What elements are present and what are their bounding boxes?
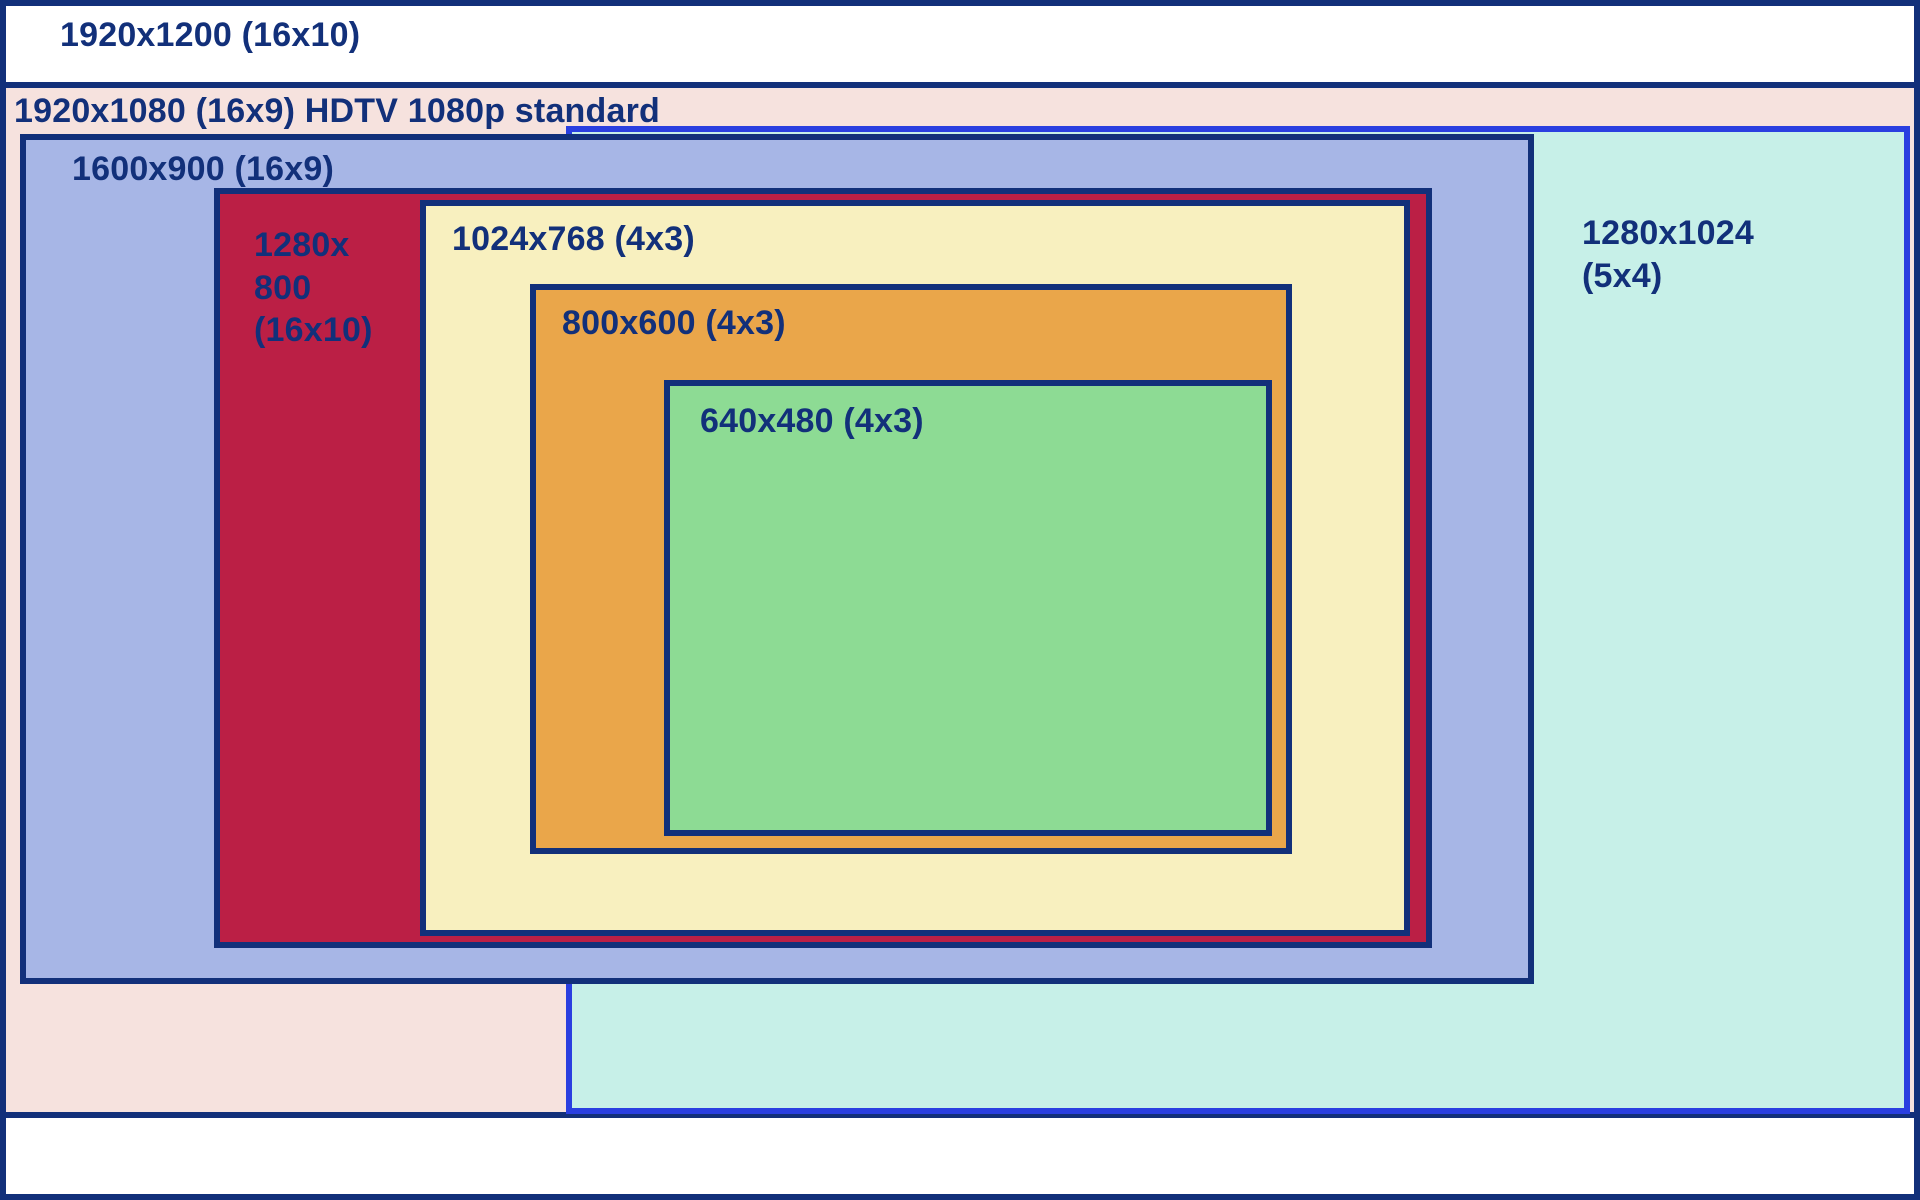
label-1280x1024: 1280x1024 (5x4): [1582, 212, 1754, 297]
label-1920x1080: 1920x1080 (16x9) HDTV 1080p standard: [14, 90, 660, 133]
label-1920x1200: 1920x1200 (16x10): [60, 14, 360, 57]
label-640x480: 640x480 (4x3): [700, 400, 924, 443]
label-1280x800: 1280x 800 (16x10): [254, 224, 373, 352]
label-1600x900: 1600x900 (16x9): [72, 148, 334, 191]
label-800x600: 800x600 (4x3): [562, 302, 786, 345]
box-640x480: [664, 380, 1272, 836]
label-1024x768: 1024x768 (4x3): [452, 218, 695, 261]
resolution-diagram: 1920x1200 (16x10) 1920x1080 (16x9) HDTV …: [0, 0, 1920, 1200]
